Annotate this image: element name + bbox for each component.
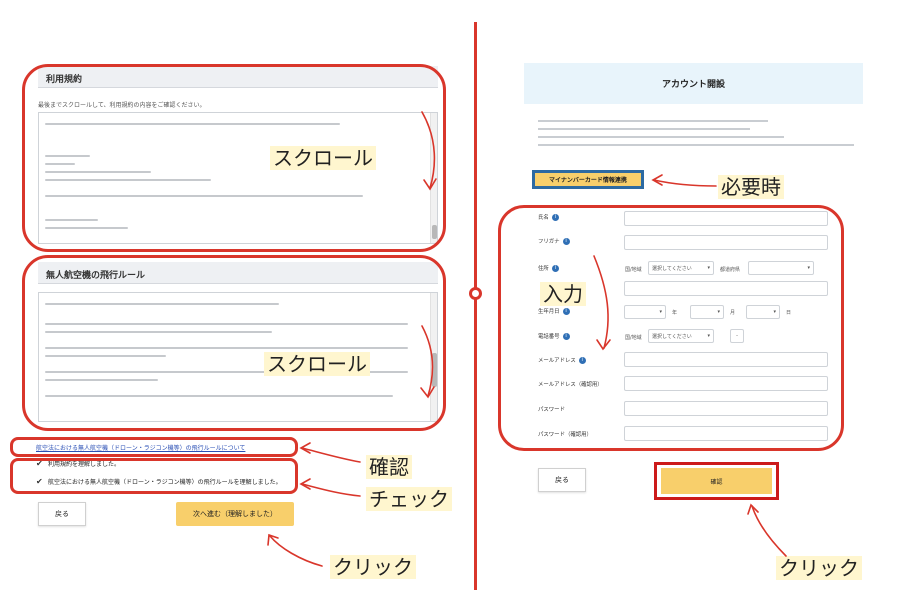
pointer-arrow-icon <box>653 179 717 187</box>
pointer-arrow-icon <box>301 447 361 463</box>
annotation-arrows <box>267 111 787 567</box>
input-arrow-head-icon <box>596 339 611 351</box>
pointer-arrow-head-icon <box>299 478 311 490</box>
input-arrow-icon <box>593 255 609 349</box>
scroll-arrow-icon <box>421 325 434 397</box>
pointer-arrow-icon <box>751 505 787 557</box>
pointer-arrow-head-icon <box>299 442 311 454</box>
scroll-arrow-head-icon <box>423 178 437 191</box>
scroll-arrow-head-icon <box>420 386 435 399</box>
pointer-arrow-icon <box>269 535 323 567</box>
pointer-arrow-icon <box>301 483 361 497</box>
scroll-arrow-icon <box>421 111 436 189</box>
